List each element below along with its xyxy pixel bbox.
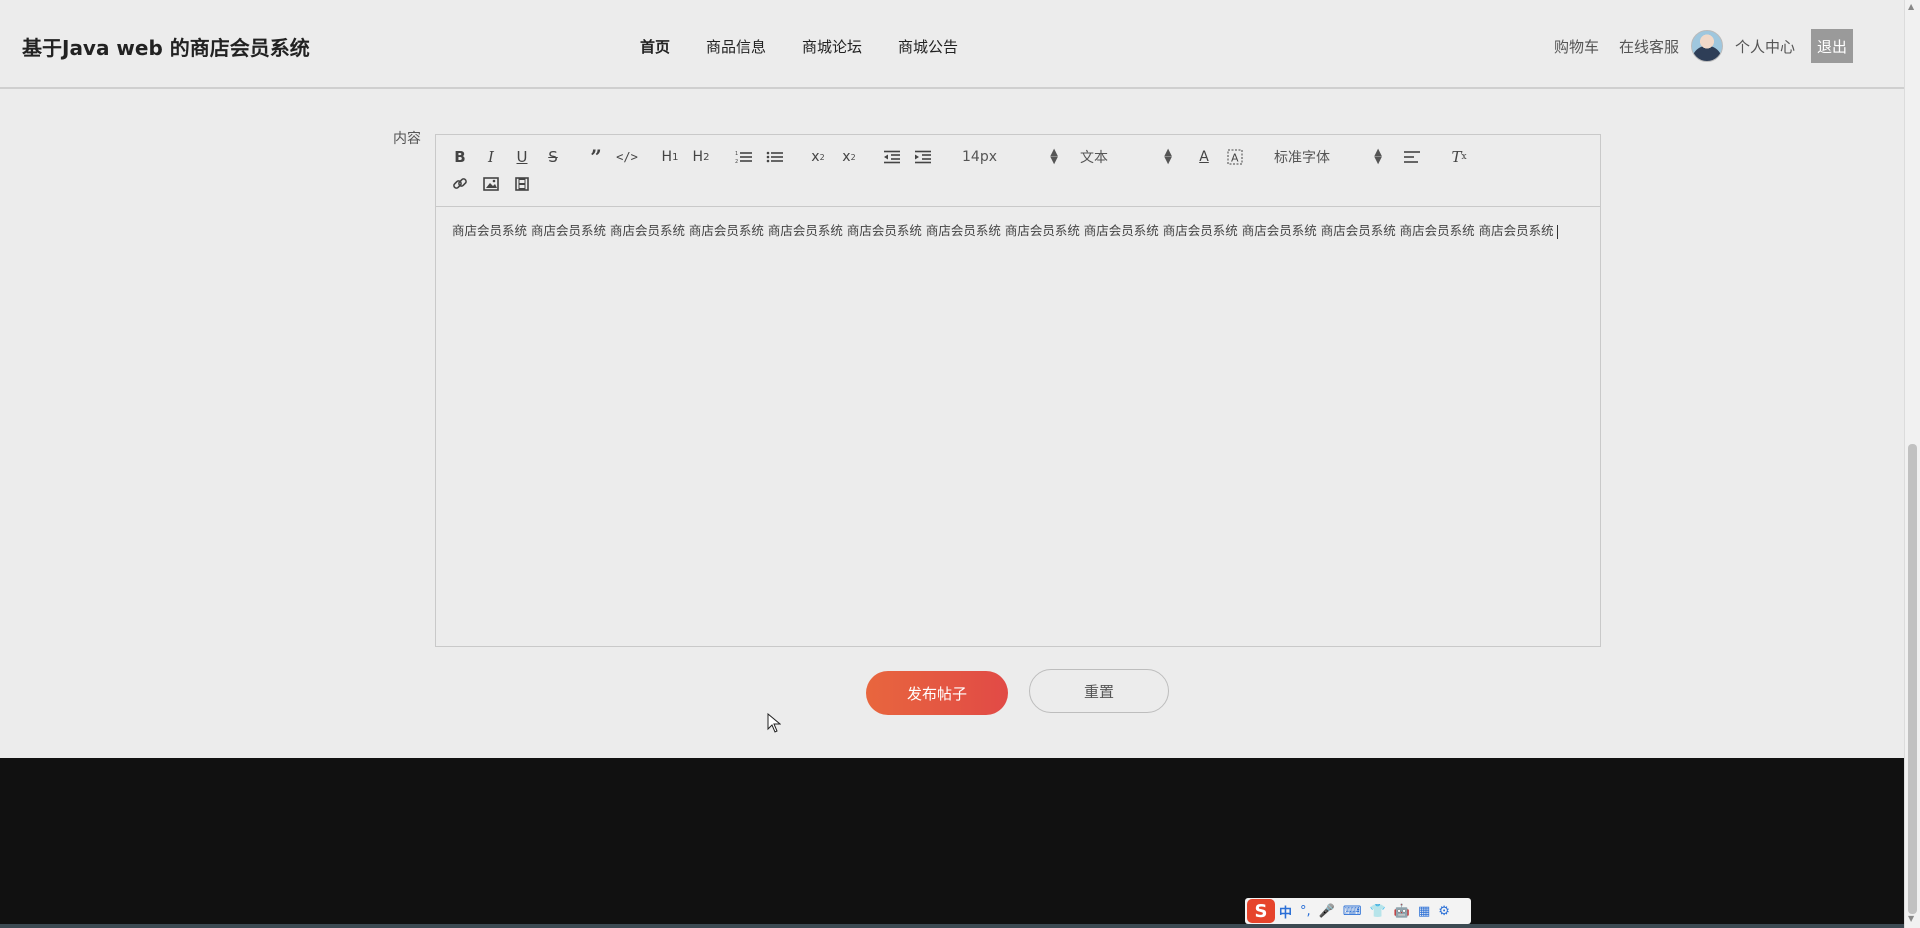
clear-format-icon[interactable]: Tx [1447,145,1471,169]
underline-icon[interactable]: U [510,145,534,169]
indent-icon[interactable] [911,145,935,169]
heading-1-icon[interactable]: H1 [658,145,682,169]
bold-icon[interactable]: B [448,145,472,169]
settings-icon[interactable]: ⚙ [1438,904,1450,919]
header: 基于Java web 的商店会员系统 首页 商品信息 商城论坛 商城公告 购物车… [0,0,1904,89]
header-actions: 购物车 在线客服 个人中心 退出 [1554,28,1854,64]
video-icon[interactable] [510,172,534,196]
svg-text:2: 2 [735,159,738,164]
link-icon[interactable] [448,172,472,196]
keyboard-icon[interactable]: ⌨ [1343,904,1362,919]
content-label: 内容 [393,131,421,147]
rich-text-editor: B I U S ” </> H1 H2 12 x2 x2 14px ▲ ▼ 文本… [435,134,1601,647]
strikethrough-icon[interactable]: S [541,145,565,169]
main-nav: 首页 商品信息 商城论坛 商城公告 [640,36,994,57]
mouse-pointer-icon [767,713,781,733]
ordered-list-icon[interactable]: 12 [732,145,756,169]
nav-home[interactable]: 首页 [640,36,670,57]
font-family-select[interactable]: 标准字体 ▲ ▼ [1270,145,1386,169]
font-size-select[interactable]: 14px ▲ ▼ [958,145,1062,169]
publish-post-button[interactable]: 发布帖子 [866,671,1008,715]
background-color-icon[interactable]: A [1223,145,1247,169]
block-type-select[interactable]: 文本 ▲ ▼ [1076,145,1176,169]
scroll-thumb[interactable] [1908,444,1917,914]
nav-products[interactable]: 商品信息 [706,36,766,57]
heading-2-icon[interactable]: H2 [689,145,713,169]
scroll-up-icon[interactable]: ▲ [1908,2,1914,11]
editor-text: 商店会员系统 商店会员系统 商店会员系统 商店会员系统 商店会员系统 商店会员系… [452,223,1554,238]
editor-content[interactable]: 商店会员系统 商店会员系统 商店会员系统 商店会员系统 商店会员系统 商店会员系… [436,207,1600,255]
font-color-icon[interactable]: A [1192,145,1216,169]
online-service-link[interactable]: 在线客服 [1619,36,1679,57]
subscript-icon[interactable]: x2 [806,145,830,169]
ime-mode-toggle[interactable]: 中 [1279,902,1292,921]
italic-icon[interactable]: I [479,145,503,169]
microphone-icon[interactable]: 🎤 [1319,904,1335,919]
ime-toolbar: S 中 °, 🎤 ⌨ 👕 🤖 ▦ ⚙ [1245,898,1471,924]
page: 基于Java web 的商店会员系统 首页 商品信息 商城论坛 商城公告 购物车… [0,0,1920,928]
svg-text:A: A [1231,152,1239,165]
reset-button[interactable]: 重置 [1029,669,1169,713]
skin-icon[interactable]: 👕 [1370,904,1386,919]
profile-link[interactable]: 个人中心 [1735,36,1795,57]
superscript-icon[interactable]: x2 [837,145,861,169]
select-arrows-icon: ▲ ▼ [1164,147,1172,166]
nav-announcements[interactable]: 商城公告 [898,36,958,57]
page-scrollbar[interactable]: ▲ ▼ [1904,0,1920,928]
scroll-down-icon[interactable]: ▼ [1908,914,1914,923]
editor-toolbar: B I U S ” </> H1 H2 12 x2 x2 14px ▲ ▼ 文本… [436,135,1600,207]
select-arrows-icon: ▲ ▼ [1374,147,1382,166]
site-title[interactable]: 基于Java web 的商店会员系统 [22,32,310,61]
blockquote-icon[interactable]: ” [584,145,608,169]
font-family-value: 标准字体 [1274,150,1330,166]
bullet-list-icon[interactable] [763,145,787,169]
text-caret [1556,224,1558,239]
image-icon[interactable] [479,172,503,196]
align-icon[interactable] [1400,145,1424,169]
block-type-value: 文本 [1080,150,1108,166]
assistant-icon[interactable]: 🤖 [1394,904,1410,919]
nav-forum[interactable]: 商城论坛 [802,36,862,57]
font-size-value: 14px [962,149,997,165]
logout-button[interactable]: 退出 [1811,29,1854,63]
cart-link[interactable]: 购物车 [1554,36,1599,57]
code-block-icon[interactable]: </> [615,145,639,169]
footer [0,758,1904,924]
ime-punctuation-toggle[interactable]: °, [1300,904,1311,919]
ime-logo-icon[interactable]: S [1247,899,1275,923]
toolbar-row-2 [448,172,541,196]
svg-text:1: 1 [735,151,738,157]
toolbar-row-1: B I U S ” </> H1 H2 12 x2 x2 14px ▲ ▼ 文本… [448,145,1478,169]
outdent-icon[interactable] [880,145,904,169]
taskbar-edge [0,924,1904,928]
avatar[interactable] [1691,30,1724,62]
select-arrows-icon: ▲ ▼ [1050,147,1058,166]
toolbox-icon[interactable]: ▦ [1418,904,1430,919]
